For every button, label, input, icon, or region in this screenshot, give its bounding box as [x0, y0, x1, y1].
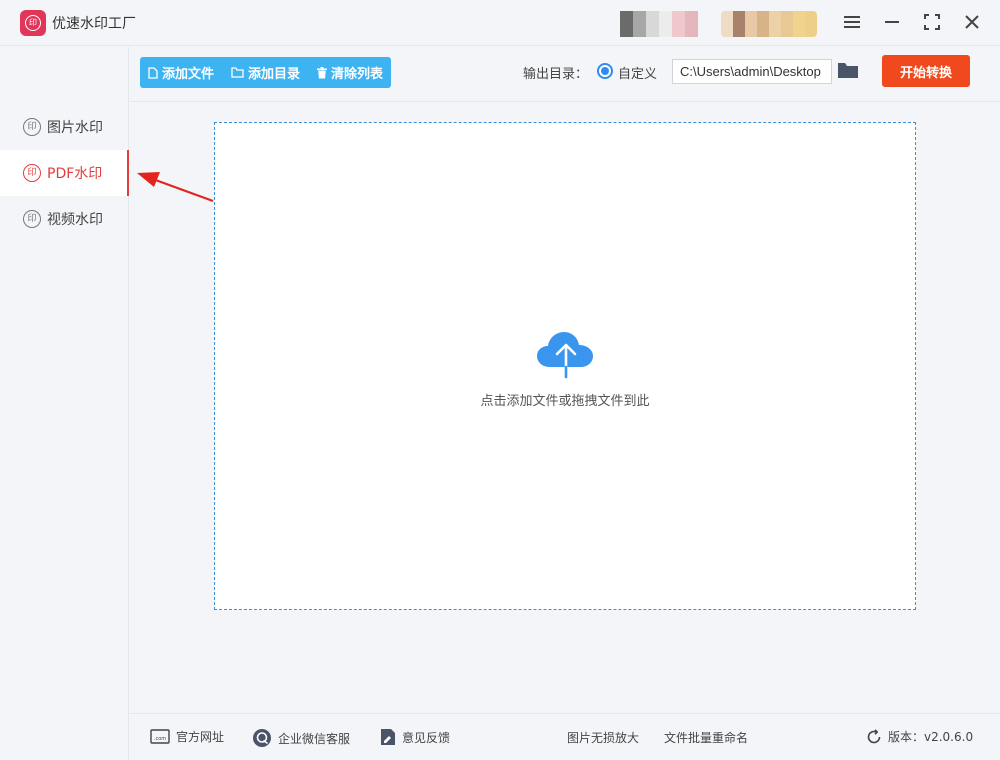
cloud-upload-icon — [537, 332, 593, 379]
file-icon — [148, 66, 158, 79]
sidebar-item-video-watermark[interactable]: 印 视频水印 — [0, 196, 129, 242]
add-file-button[interactable]: 添加文件 — [148, 63, 214, 82]
dropzone-hint: 点击添加文件或拖拽文件到此 — [480, 394, 650, 409]
website-icon: .com — [150, 728, 170, 744]
folder-outline-icon — [231, 67, 244, 78]
sidebar-item-pdf-watermark[interactable]: 印 PDF水印 — [0, 150, 129, 196]
website-link[interactable]: .com 官方网址 — [150, 728, 224, 745]
app-title: 优速水印工厂 — [52, 16, 136, 32]
feedback-link[interactable]: 意见反馈 — [380, 728, 450, 746]
clear-list-button[interactable]: 清除列表 — [317, 63, 383, 82]
lossless-enlarge-link[interactable]: 图片无损放大 — [567, 729, 639, 746]
sidebar-item-label: 视频水印 — [47, 212, 103, 228]
custom-dir-radio[interactable] — [597, 63, 613, 79]
folder-icon[interactable] — [837, 61, 859, 81]
app-logo: 印 — [20, 10, 46, 36]
sidebar-item-label: PDF水印 — [47, 166, 103, 182]
seal-icon: 印 — [25, 15, 41, 31]
clear-list-label: 清除列表 — [331, 67, 384, 82]
minimize-icon[interactable] — [877, 8, 907, 36]
menu-icon[interactable] — [837, 8, 867, 36]
wechat-support-label: 企业微信客服 — [278, 731, 351, 746]
feedback-label: 意见反馈 — [402, 730, 451, 745]
file-actions-group: 添加文件 添加目录 清除列表 — [140, 57, 392, 88]
seal-icon: 印 — [23, 118, 41, 136]
refresh-icon — [867, 728, 881, 743]
sidebar-item-image-watermark[interactable]: 印 图片水印 — [0, 104, 129, 150]
close-icon[interactable] — [957, 8, 987, 36]
custom-dir-label: 自定义 — [618, 67, 658, 82]
sidebar: 印 图片水印 印 PDF水印 印 视频水印 — [0, 47, 129, 760]
add-folder-button[interactable]: 添加目录 — [231, 63, 300, 82]
sidebar-item-label: 图片水印 — [47, 120, 103, 136]
chat-icon — [253, 729, 271, 747]
avatar[interactable] — [620, 11, 698, 37]
version-label: 版本：v2.0.6.0 — [888, 730, 974, 744]
file-dropzone[interactable]: 点击添加文件或拖拽文件到此 — [214, 122, 916, 610]
seal-icon: 印 — [23, 164, 41, 182]
username-display[interactable] — [721, 11, 817, 37]
start-convert-button[interactable]: 开始转换 — [882, 55, 970, 87]
svg-text:.com: .com — [154, 736, 166, 742]
add-file-label: 添加文件 — [162, 67, 215, 82]
website-label: 官方网址 — [176, 730, 225, 744]
version-info[interactable]: 版本：v2.0.6.0 — [866, 728, 973, 745]
trash-icon — [317, 66, 328, 78]
add-folder-label: 添加目录 — [248, 67, 301, 82]
toolbar: 添加文件 添加目录 清除列表 输出目录： 自定义 开始转换 — [130, 47, 1000, 102]
output-dir-label: 输出目录： — [523, 67, 589, 82]
seal-icon: 印 — [23, 210, 41, 228]
output-path-input[interactable] — [672, 59, 832, 84]
main-area: 点击添加文件或拖拽文件到此 — [130, 103, 1000, 713]
maximize-icon[interactable] — [917, 8, 947, 36]
feedback-icon — [381, 729, 395, 745]
footer: .com 官方网址 企业微信客服 意见反馈 图片无损放大 文件批量重命名 版本：… — [130, 713, 1000, 760]
title-bar: 印 优速水印工厂 — [0, 0, 1000, 46]
wechat-support-link[interactable]: 企业微信客服 — [252, 728, 350, 748]
batch-rename-link[interactable]: 文件批量重命名 — [664, 729, 748, 746]
